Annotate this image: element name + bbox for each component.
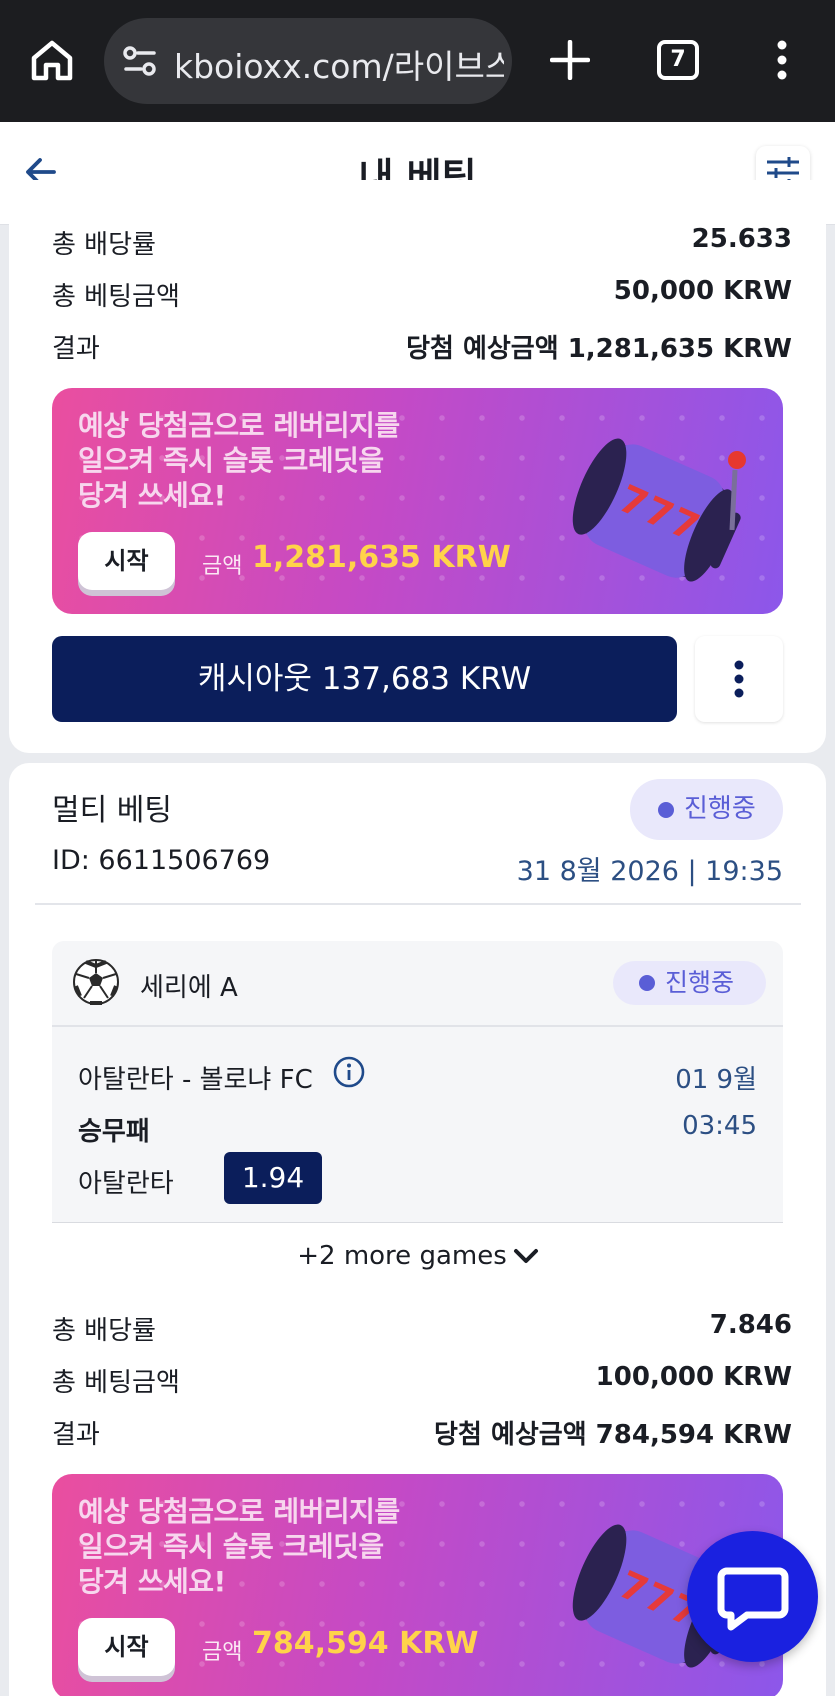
result-row: 결과 당첨 예상금액 784,594 KRW bbox=[52, 1414, 792, 1454]
result-label: 결과 bbox=[52, 1420, 100, 1450]
result-label: 결과 bbox=[52, 334, 100, 364]
url-text[interactable]: kboioxx.com/라이브스 bbox=[174, 40, 504, 88]
game-status-badge: 진행중 bbox=[613, 961, 766, 1005]
match-name: 아탈란타 - 볼로냐 FC bbox=[78, 1065, 313, 1095]
stake-row: 총 베팅금액 50,000 KRW bbox=[52, 276, 792, 316]
result-value: 당첨 예상금액 1,281,635 KRW bbox=[406, 334, 792, 364]
status-text: 진행중 bbox=[684, 794, 756, 824]
total-odds-label: 총 배당률 bbox=[52, 1316, 156, 1346]
slot-credit-promo-banner[interactable]: 예상 당첨금으로 레버리지를 일으켜 즉시 슬롯 크레딧을 당겨 쓰세요! 시작… bbox=[52, 1474, 783, 1696]
promo-amount-value: 784,594 KRW bbox=[252, 1626, 479, 1661]
status-badge: 진행중 bbox=[630, 779, 783, 840]
divider bbox=[52, 1025, 783, 1027]
result-value: 당첨 예상금액 784,594 KRW bbox=[434, 1420, 792, 1450]
home-icon[interactable] bbox=[30, 38, 74, 82]
status-dot-icon bbox=[658, 802, 674, 818]
stake-label: 총 베팅금액 bbox=[52, 1368, 180, 1398]
bet-card-1: 총 배당률 25.633 총 베팅금액 50,000 KRW 결과 당첨 예상금… bbox=[9, 180, 826, 753]
stake-row: 총 베팅금액 100,000 KRW bbox=[52, 1362, 792, 1402]
promo-text: 예상 당첨금으로 레버리지를 일으켜 즉시 슬롯 크레딧을 당겨 쓰세요! bbox=[78, 409, 400, 512]
promo-start-button[interactable]: 시작 bbox=[78, 1618, 175, 1676]
result-row: 결과 당첨 예상금액 1,281,635 KRW bbox=[52, 328, 792, 368]
new-tab-icon[interactable] bbox=[550, 40, 590, 80]
slot-credit-promo-banner[interactable]: 예상 당첨금으로 레버리지를 일으켜 즉시 슬롯 크레딧을 당겨 쓰세요! 시작… bbox=[52, 388, 783, 614]
more-vertical-icon bbox=[734, 660, 744, 698]
divider bbox=[35, 903, 801, 905]
stake-value: 100,000 KRW bbox=[595, 1362, 792, 1392]
browser-toolbar: kboioxx.com/라이브스 7 bbox=[0, 0, 835, 122]
game-item: 세리에 A 진행중 아탈란타 - 볼로냐 FC 01 9월 승무패 03:45 … bbox=[52, 941, 783, 1223]
game-list: 세리에 A 진행중 아탈란타 - 볼로냐 FC 01 9월 승무패 03:45 … bbox=[35, 923, 801, 1293]
total-odds-value: 7.846 bbox=[709, 1310, 792, 1340]
promo-amount-label: 금액 bbox=[202, 1640, 243, 1665]
chat-bubble-icon bbox=[717, 1567, 789, 1631]
game-status-text: 진행중 bbox=[665, 968, 735, 997]
cashout-button[interactable]: 캐시아웃 137,683 KRW bbox=[52, 636, 677, 722]
total-odds-value: 25.633 bbox=[691, 224, 792, 254]
total-odds-row: 총 배당률 7.846 bbox=[52, 1310, 792, 1350]
status-dot-icon bbox=[639, 975, 655, 991]
tab-switcher-button[interactable]: 7 bbox=[657, 40, 699, 80]
bet-id: ID: 6611506769 bbox=[52, 845, 271, 876]
live-chat-button[interactable] bbox=[687, 1531, 818, 1662]
site-settings-icon[interactable] bbox=[122, 44, 158, 78]
bet-type: 멀티 베팅 bbox=[52, 793, 172, 828]
promo-amount-value: 1,281,635 KRW bbox=[252, 540, 511, 575]
match-date: 01 9월 bbox=[675, 1065, 757, 1095]
browser-menu-icon[interactable] bbox=[776, 40, 788, 80]
league-name: 세리에 A bbox=[140, 973, 238, 1003]
match-time: 03:45 bbox=[682, 1111, 757, 1141]
odds-badge: 1.94 bbox=[224, 1152, 322, 1204]
stake-value: 50,000 KRW bbox=[613, 276, 792, 306]
slot-machine-icon: 7 7 7 bbox=[572, 438, 746, 582]
stake-label: 총 베팅금액 bbox=[52, 282, 180, 312]
info-icon[interactable] bbox=[332, 1055, 366, 1089]
more-options-button[interactable] bbox=[695, 636, 783, 722]
more-games-toggle[interactable]: +2 more games bbox=[35, 1241, 801, 1271]
total-odds-row: 총 배당률 25.633 bbox=[52, 224, 792, 264]
selected-pick: 아탈란타 bbox=[78, 1169, 174, 1199]
more-games-label: +2 more games bbox=[297, 1241, 507, 1271]
chevron-down-icon bbox=[513, 1248, 538, 1263]
market-name: 승무패 bbox=[78, 1117, 150, 1147]
promo-start-button[interactable]: 시작 bbox=[78, 532, 175, 590]
address-bar[interactable]: kboioxx.com/라이브스 bbox=[104, 18, 512, 104]
promo-amount-label: 금액 bbox=[202, 554, 243, 579]
total-odds-label: 총 배당률 bbox=[52, 230, 156, 260]
soccer-ball-icon bbox=[73, 959, 119, 1005]
promo-text: 예상 당첨금으로 레버리지를 일으켜 즉시 슬롯 크레딧을 당겨 쓰세요! bbox=[78, 1495, 400, 1598]
bet-date: 31 8월 2026 | 19:35 bbox=[516, 856, 783, 887]
